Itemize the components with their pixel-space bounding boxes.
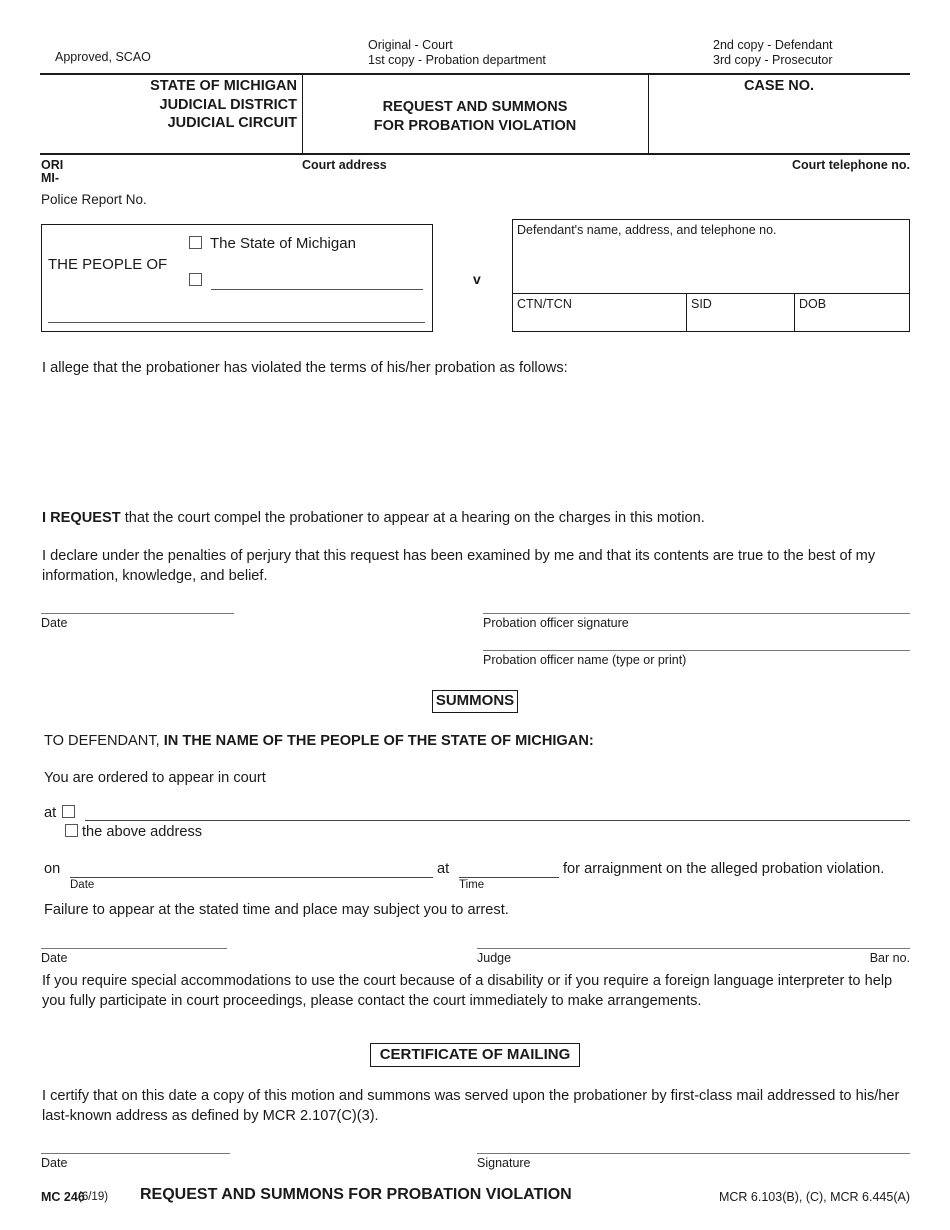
state-of-michigan-label: STATE OF MICHIGAN — [150, 78, 297, 94]
court-identification-block: STATE OF MICHIGAN JUDICIAL DISTRICT JUDI… — [40, 77, 297, 133]
checkbox-state-label: The State of Michigan — [210, 235, 356, 252]
summons-section-heading: SUMMONS — [432, 690, 518, 713]
case-no-label: CASE NO. — [743, 78, 815, 94]
footer-form-title: REQUEST AND SUMMONS FOR PROBATION VIOLAT… — [140, 1186, 572, 1203]
declaration-statement: I declare under the penalties of perjury… — [42, 548, 876, 584]
plaintiff-additional-line[interactable] — [48, 322, 425, 323]
checkbox-above-address[interactable] — [65, 824, 78, 837]
judge-label: Judge — [477, 951, 512, 965]
certificate-date-label: Date — [41, 1156, 68, 1170]
court-address-label: Court address — [302, 158, 387, 172]
probation-officer-name-label: Probation officer name (type or print) — [483, 653, 687, 667]
copy-distribution-center: Original - Court 1st copy - Probation de… — [368, 38, 546, 68]
copy-first-probation: 1st copy - Probation department — [368, 53, 546, 67]
to-defendant-prefix: TO DEFENDANT, — [44, 733, 164, 749]
police-report-no-label: Police Report No. — [41, 192, 147, 207]
certificate-of-mailing-heading: CERTIFICATE OF MAILING — [370, 1043, 580, 1067]
probation-officer-signature-label: Probation officer signature — [483, 616, 629, 630]
summons-date-label: Date — [70, 879, 95, 891]
summons-time-line[interactable] — [459, 877, 559, 878]
the-people-of-label: THE PEOPLE OF — [48, 256, 168, 273]
above-address-row[interactable]: the above address — [65, 824, 202, 840]
checkbox-state-of-michigan[interactable] — [189, 236, 202, 249]
ctn-tcn-label: CTN/TCN — [517, 297, 572, 311]
at-location-row[interactable]: at — [44, 805, 76, 821]
certificate-signature-line[interactable] — [477, 1153, 910, 1154]
form-title-line-2: FOR PROBATION VIOLATION — [373, 117, 577, 134]
request-rest-text: that the court compel the probationer to… — [120, 510, 705, 526]
probation-officer-signature-line[interactable] — [483, 613, 910, 614]
allegation-statement: I allege that the probationer has violat… — [42, 360, 568, 376]
checkbox-row-state-of-michigan[interactable]: The State of Michigan — [189, 235, 356, 252]
to-defendant-statement: TO DEFENDANT, IN THE NAME OF THE PEOPLE … — [44, 731, 914, 751]
request-date-line[interactable] — [41, 613, 234, 614]
defendant-info-label: Defendant's name, address, and telephone… — [517, 223, 777, 237]
request-date-label: Date — [41, 616, 68, 630]
approved-scao-label: Approved, SCAO — [55, 50, 151, 64]
checkbox-other-plaintiff[interactable] — [189, 273, 202, 286]
judge-date-label: Date — [41, 951, 68, 965]
summons-time-label: Time — [459, 879, 485, 891]
judge-signature-line[interactable] — [477, 948, 910, 949]
copy-third-prosecutor: 3rd copy - Prosecutor — [713, 53, 833, 67]
certificate-signature-label: Signature — [477, 1156, 531, 1170]
footer-mcr-reference: MCR 6.103(B), (C), MCR 6.445(A) — [718, 1190, 910, 1204]
at-label: at — [44, 805, 57, 821]
footer-revision-date: (6/19) — [78, 1191, 109, 1203]
certificate-statement: I certify that on this date a copy of th… — [42, 1088, 900, 1124]
checkbox-at-location[interactable] — [62, 805, 76, 818]
summons-date-line[interactable] — [70, 877, 433, 878]
copy-original-court: Original - Court — [368, 38, 453, 52]
bar-no-label: Bar no. — [869, 951, 910, 965]
above-address-label: the above address — [82, 824, 203, 840]
certificate-date-line[interactable] — [41, 1153, 230, 1154]
form-title-block: REQUEST AND SUMMONS FOR PROBATION VIOLAT… — [303, 98, 647, 135]
accommodations-notice: If you require special accommodations to… — [42, 973, 893, 1009]
form-page: Approved, SCAO Original - Court 1st copy… — [0, 0, 950, 1230]
judicial-circuit-label: JUDICIAL CIRCUIT — [167, 115, 297, 131]
at-location-write-in-line[interactable] — [85, 820, 910, 821]
request-statement: I REQUEST that the court compel the prob… — [42, 508, 912, 528]
dob-label: DOB — [799, 297, 827, 311]
other-plaintiff-write-in-line[interactable] — [211, 289, 423, 290]
on-date-label-prefix: on — [44, 861, 61, 877]
form-title-line-1: REQUEST AND SUMMONS — [382, 99, 568, 115]
ordered-to-appear-text: You are ordered to appear in court — [44, 770, 266, 786]
ori-label: ORI — [41, 158, 64, 172]
request-bold-lead: I REQUEST — [42, 510, 121, 526]
probation-officer-name-line[interactable] — [483, 650, 910, 651]
defendant-box-divider-vertical-1 — [686, 293, 687, 332]
court-telephone-label: Court telephone no. — [791, 158, 910, 172]
arraignment-text: for arraignment on the alleged probation… — [563, 861, 885, 877]
copy-distribution-right: 2nd copy - Defendant 3rd copy - Prosecut… — [713, 38, 833, 68]
checkbox-row-other-plaintiff[interactable] — [189, 272, 202, 289]
sid-label: SID — [691, 297, 712, 311]
judge-date-line[interactable] — [41, 948, 227, 949]
copy-second-defendant: 2nd copy - Defendant — [713, 38, 833, 52]
versus-label: v — [473, 271, 481, 287]
defendant-box-divider-vertical-2 — [794, 293, 795, 332]
defendant-box-divider-horizontal — [512, 293, 910, 294]
ori-prefix-value: MI- — [41, 171, 60, 185]
to-defendant-bold: IN THE NAME OF THE PEOPLE OF THE STATE O… — [163, 733, 594, 749]
failure-to-appear-warning: Failure to appear at the stated time and… — [44, 902, 509, 918]
judicial-district-label: JUDICIAL DISTRICT — [159, 96, 298, 113]
at-time-label-prefix: at — [437, 861, 450, 877]
